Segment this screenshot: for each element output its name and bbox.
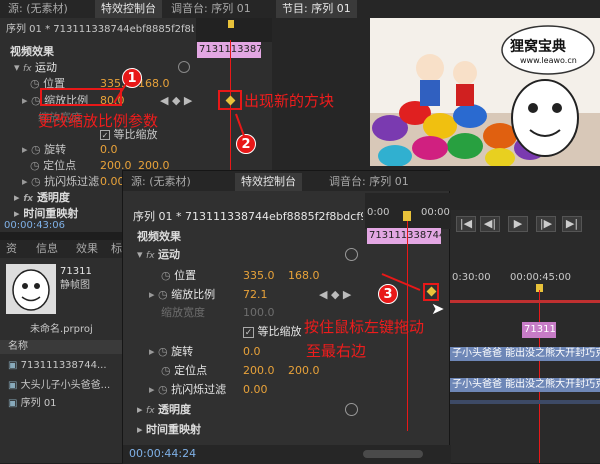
arrow-2 <box>235 113 245 137</box>
annotation-arrows <box>113 83 421 291</box>
arrow-3 <box>381 273 421 291</box>
annotation-new-block: 出现新的方块 <box>244 92 335 110</box>
arrow-1 <box>113 83 127 104</box>
annotation-drag-line1: 按住鼠标左键拖动 <box>304 318 425 336</box>
annotation-drag-line2: 至最右边 <box>306 342 367 360</box>
annotation-change-scale: 更改缩放比例参数 <box>38 112 159 130</box>
